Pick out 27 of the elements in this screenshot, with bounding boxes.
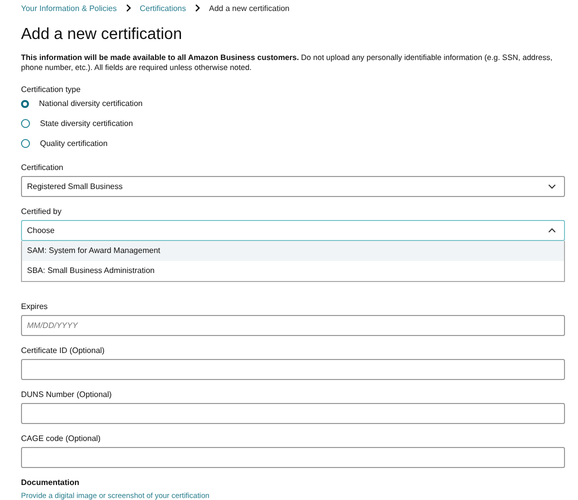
- chevron-icon: [548, 184, 556, 189]
- field-label: Certification: [21, 163, 64, 172]
- radio-option[interactable]: State diversity certification: [21, 118, 565, 129]
- field-label: Certification type: [21, 85, 82, 94]
- field-label: CAGE code (Optional): [21, 434, 102, 443]
- dropdown[interactable]: Choose: [21, 220, 565, 241]
- section-label: Documentation: [21, 478, 80, 487]
- breadcrumb-current: Add a new certification: [209, 4, 290, 12]
- dropdown[interactable]: Registered Small Business: [21, 176, 565, 197]
- chevron-right-icon: [195, 4, 200, 12]
- input-field[interactable]: [21, 447, 565, 468]
- page-title: Add a new certification: [21, 26, 183, 44]
- breadcrumb-link[interactable]: Certifications: [140, 4, 186, 12]
- field-label: Certificate ID (Optional): [21, 346, 106, 355]
- input-field[interactable]: MM/DD/YYYY: [21, 315, 565, 336]
- radio-option[interactable]: National diversity certification: [21, 98, 565, 109]
- field-label: DUNS Number (Optional): [21, 390, 113, 399]
- chevron-icon: [548, 228, 556, 233]
- field-label: Expires: [21, 302, 49, 311]
- input-field[interactable]: [21, 359, 565, 380]
- dropdown-option[interactable]: SAM: System for Award Management: [22, 241, 564, 261]
- field-label: Certified by: [21, 207, 62, 216]
- breadcrumb-link[interactable]: Your Information & Policies: [21, 4, 117, 12]
- chevron-right-icon: [126, 4, 131, 12]
- radio-option[interactable]: Quality certification: [21, 138, 565, 149]
- input-field[interactable]: [21, 403, 565, 424]
- dropdown-option[interactable]: SBA: Small Business Administration: [22, 261, 564, 281]
